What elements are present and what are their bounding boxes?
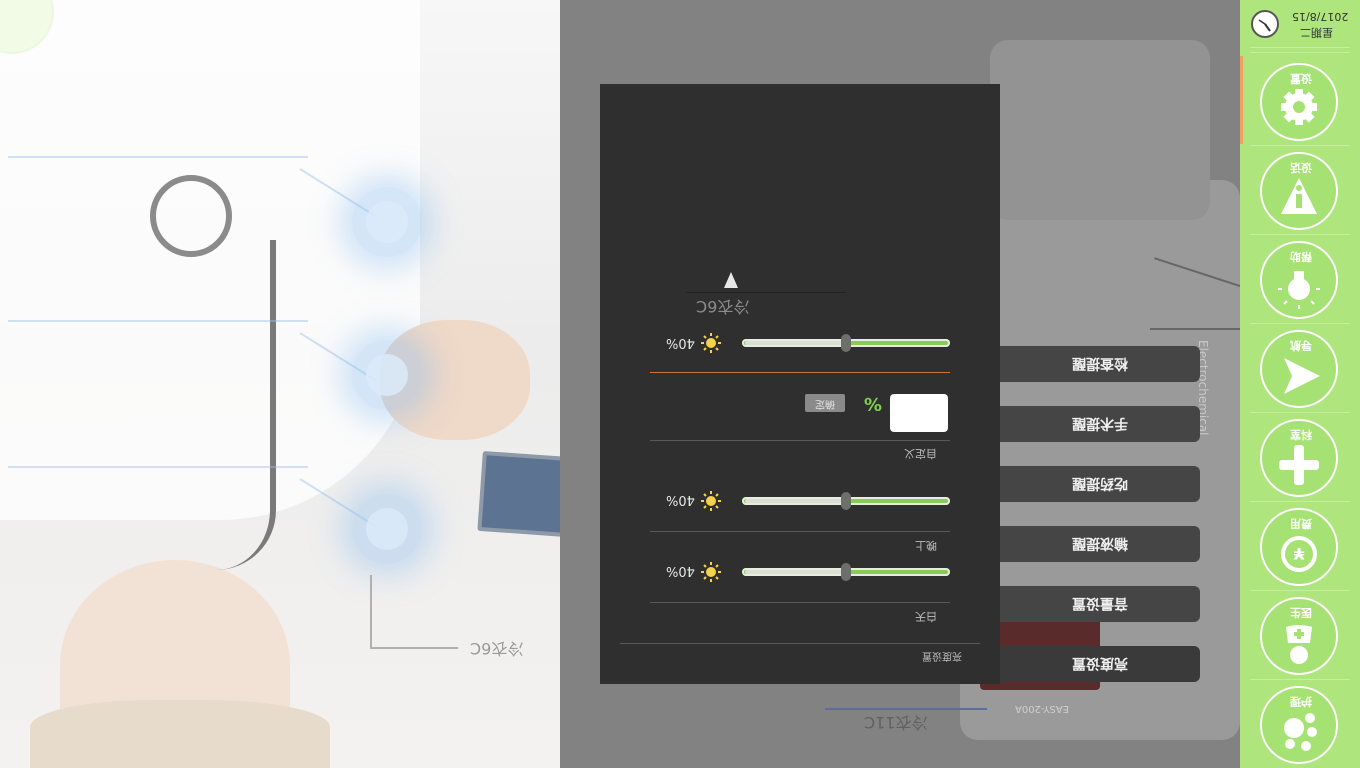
hotspot-ring[interactable]: [352, 340, 422, 410]
sidebar-item-label: 医生: [1290, 606, 1312, 619]
brightness-dialog: 冷衣6C 40% 确定 % 自定义 40% 晚上 40% 白天 亮度设置: [600, 84, 1000, 684]
sidebar-item-label: 帮助: [1290, 250, 1312, 263]
menu-item-brightness-settings[interactable]: 亮度设置: [1000, 646, 1200, 682]
sidebar-item-label: 费用: [1290, 517, 1312, 530]
device-body: [990, 40, 1210, 220]
sidebar-item-fees[interactable]: ¥ 费用: [1260, 508, 1338, 586]
slider-track: [745, 341, 846, 345]
divider: [650, 531, 950, 532]
percent-sign: %: [864, 393, 883, 414]
connector-line: [1150, 328, 1240, 330]
sidebar-divider: [1250, 234, 1350, 235]
divider: [650, 440, 950, 441]
slider-value-label: 40%: [666, 492, 695, 507]
sidebar-divider: [1250, 412, 1350, 413]
sidebar-item-nursing[interactable]: 护理: [1260, 686, 1338, 764]
tablet-device: [477, 450, 560, 540]
custom-brightness-input[interactable]: [890, 394, 948, 432]
menu-item-exam-reminder[interactable]: 检查提醒: [1000, 346, 1200, 382]
day-label: 白天: [915, 610, 937, 623]
menu-item-infusion-reminder[interactable]: 输液提醒: [1000, 526, 1200, 562]
active-indicator: [1240, 56, 1243, 144]
sidebar-item-label: 导航: [1290, 339, 1312, 352]
sidebar-divider: [1250, 679, 1350, 680]
slider-knob[interactable]: [841, 334, 851, 352]
connector-line: [8, 320, 308, 322]
clock-weekday: 星期二: [1300, 26, 1333, 39]
slider-fill: [846, 341, 947, 345]
sidebar-item-label: 设话: [1290, 161, 1312, 174]
hotspot-ring[interactable]: [352, 187, 422, 257]
connector-line: [8, 466, 308, 468]
slider-track: [745, 570, 846, 574]
device-model-text: EASY-200A: [1015, 703, 1069, 714]
menu-item-surgery-reminder[interactable]: 手术提醒: [1000, 406, 1200, 442]
slider-knob[interactable]: [841, 492, 851, 510]
night-brightness-slider[interactable]: [742, 492, 950, 510]
sidebar: 2017/8/15 星期二 设置 设话 帮助 导航 科室 ¥ 费用 医生 护理: [1240, 0, 1360, 768]
sun-icon: [701, 333, 721, 353]
dialog-title: 亮度设置: [922, 650, 962, 661]
sidebar-item-navigation[interactable]: 导航: [1260, 330, 1338, 408]
hotspot-ring[interactable]: [352, 494, 422, 564]
sidebar-item-info[interactable]: 设话: [1260, 152, 1338, 230]
day-brightness-slider[interactable]: [742, 563, 950, 581]
stethoscope-tube: [200, 240, 276, 570]
slider-track: [745, 499, 846, 503]
dialog-background-caption: 冷衣6C: [696, 297, 750, 316]
connector-line: [8, 156, 308, 158]
confirm-button[interactable]: 确定: [805, 394, 845, 412]
sidebar-item-department[interactable]: 科室: [1260, 419, 1338, 497]
sidebar-divider: [1250, 145, 1350, 146]
sidebar-item-doctor[interactable]: 医生: [1260, 597, 1338, 675]
slider-knob[interactable]: [841, 563, 851, 581]
slider-fill: [846, 499, 947, 503]
sun-icon: [701, 562, 721, 582]
dialog-background-line: [686, 292, 846, 293]
sidebar-item-label: 护理: [1290, 695, 1312, 708]
connector-line: [825, 708, 987, 710]
doctor-hair-shape: [30, 700, 330, 768]
sidebar-item-settings[interactable]: 设置: [1260, 63, 1338, 141]
background-caption: 冷衣6C: [470, 639, 524, 658]
label-bracket: [370, 575, 458, 649]
clock-icon: [1251, 10, 1279, 38]
slider-value-label: 40%: [666, 563, 695, 578]
cursor-icon: [724, 272, 738, 288]
slider-fill: [846, 570, 947, 574]
sidebar-divider: [1250, 52, 1350, 53]
divider: [650, 372, 950, 373]
night-label: 晚上: [915, 539, 937, 552]
sidebar-divider: [1250, 501, 1350, 502]
menu-item-medicine-reminder[interactable]: 吃药提醒: [1000, 466, 1200, 502]
sidebar-divider: [1250, 590, 1350, 591]
sidebar-item-label: 设置: [1290, 72, 1312, 85]
sidebar-item-help[interactable]: 帮助: [1260, 241, 1338, 319]
sun-icon: [701, 491, 721, 511]
background-photo: 冷衣6C: [0, 0, 560, 768]
sidebar-divider: [1250, 323, 1350, 324]
custom-brightness-slider[interactable]: [742, 334, 950, 352]
sidebar-divider: [1250, 47, 1350, 48]
custom-label: 自定义: [904, 447, 937, 460]
divider: [650, 602, 950, 603]
svg-text:¥: ¥: [1293, 544, 1304, 563]
background-caption: 冷衣11C: [864, 713, 928, 732]
slider-value-label: 40%: [666, 335, 695, 350]
sidebar-item-label: 科室: [1290, 428, 1312, 441]
divider: [620, 643, 980, 644]
clock-date: 2017/8/15: [1292, 10, 1349, 23]
menu-item-volume-settings[interactable]: 音量设置: [1000, 586, 1200, 622]
